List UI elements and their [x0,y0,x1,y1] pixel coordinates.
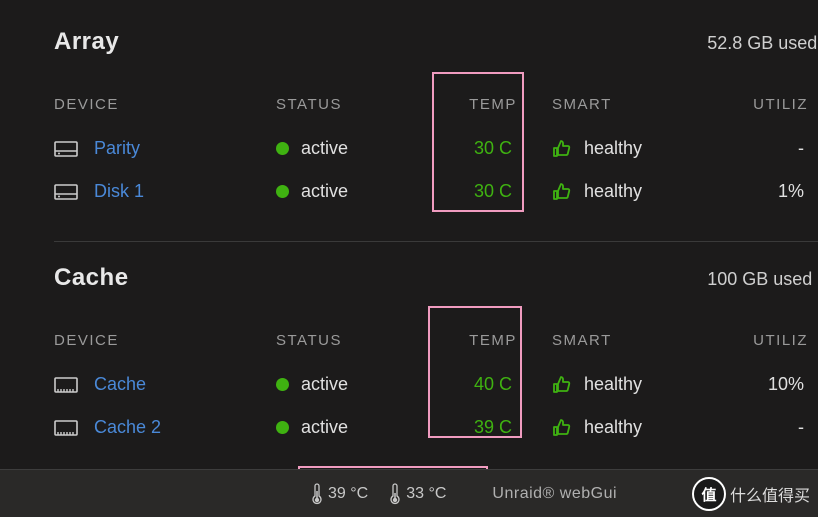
smart-text: healthy [584,181,642,202]
ssd-icon [54,418,78,438]
col-header-status: STATUS [276,96,434,113]
watermark-icon: 值 [692,477,726,511]
thermometer-icon [390,483,400,505]
temp-value: 40 C [434,374,552,395]
device-link[interactable]: Cache [94,374,146,395]
footer-temp-2-value: 33 °C [406,485,446,503]
device-link[interactable]: Cache 2 [94,417,161,438]
section-title: Array [54,28,119,56]
col-header-device: DEVICE [54,96,276,113]
device-row: Cache active 40 C healthy 10% [54,363,818,406]
status-text: active [301,138,348,159]
device-row: Cache 2 active 39 C healthy - [54,406,818,449]
thumbs-up-icon [552,182,572,202]
temp-value: 39 C [434,417,552,438]
status-text: active [301,417,348,438]
device-row: Disk 1 active 30 C healthy 1% [54,170,818,213]
temp-value: 30 C [434,138,552,159]
disk-icon [54,182,78,202]
status-dot-icon [276,185,289,198]
col-header-util: UTILIZ [748,332,818,349]
usage-text: 52.8 GB used of 4 T [707,33,818,54]
section-divider [54,241,818,242]
thermometer-icon [312,483,322,505]
status-dot-icon [276,142,289,155]
utilization-value: - [748,417,818,438]
status-dot-icon [276,421,289,434]
device-row: Parity active 30 C healthy - [54,127,818,170]
watermark-text: 什么值得买 [730,482,810,506]
ssd-icon [54,375,78,395]
footer-text: Unraid® webGui [492,485,617,503]
col-header-temp: TEMP [434,96,552,113]
usage-text: 100 GB used of 1 TI [707,269,818,290]
section-title: Cache [54,264,129,292]
utilization-value: 10% [748,374,818,395]
status-text: active [301,374,348,395]
col-header-util: UTILIZ [748,96,818,113]
utilization-value: 1% [748,181,818,202]
utilization-value: - [748,138,818,159]
col-header-status: STATUS [276,332,434,349]
device-link[interactable]: Disk 1 [94,181,144,202]
col-header-smart: SMART [552,96,748,113]
smart-text: healthy [584,138,642,159]
thumbs-up-icon [552,139,572,159]
footer-temp-1-value: 39 °C [328,485,368,503]
temp-value: 30 C [434,181,552,202]
watermark-badge: 值 什么值得买 [692,477,810,511]
col-header-smart: SMART [552,332,748,349]
status-dot-icon [276,378,289,391]
col-header-device: DEVICE [54,332,276,349]
smart-text: healthy [584,417,642,438]
footer-temp-2: 33 °C [390,483,446,505]
device-link[interactable]: Parity [94,138,140,159]
status-text: active [301,181,348,202]
thumbs-up-icon [552,418,572,438]
col-header-temp: TEMP [434,332,552,349]
smart-text: healthy [584,374,642,395]
footer-temp-1: 39 °C [312,483,368,505]
thumbs-up-icon [552,375,572,395]
disk-icon [54,139,78,159]
